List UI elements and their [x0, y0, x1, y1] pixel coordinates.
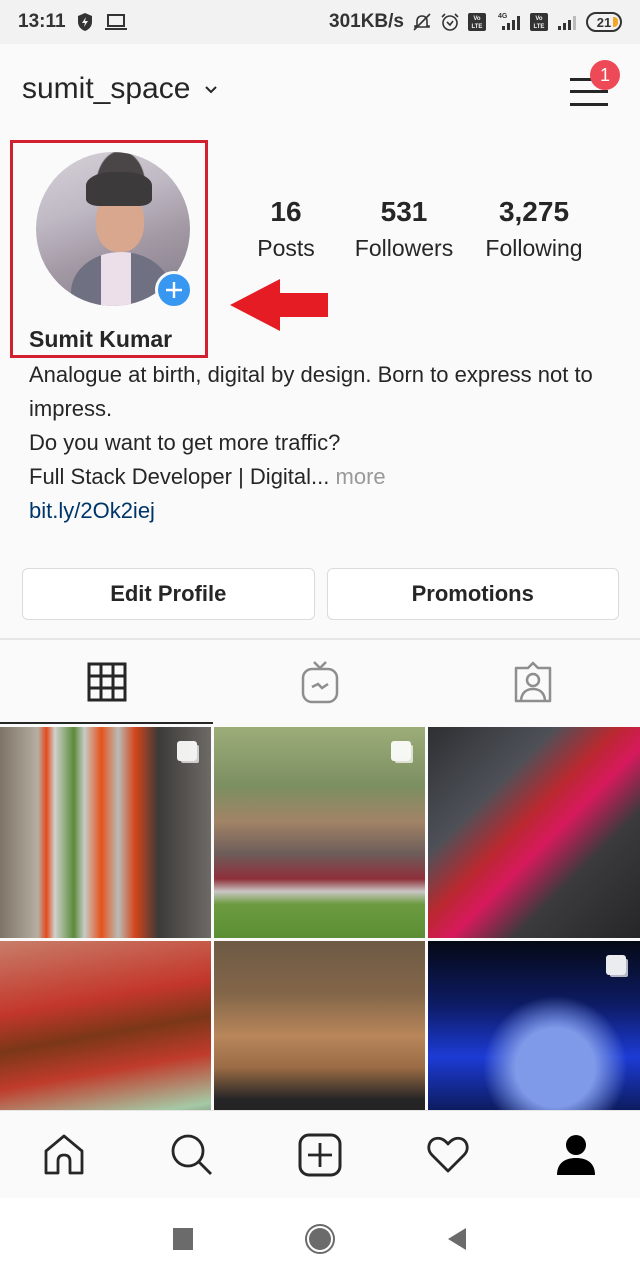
volte-icon: Vo LTE — [468, 13, 486, 31]
profile-actions: Edit Profile Promotions — [22, 568, 619, 620]
back-button[interactable] — [446, 1226, 468, 1252]
nav-profile[interactable] — [544, 1123, 608, 1187]
search-icon — [171, 1134, 212, 1175]
igtv-icon — [301, 661, 339, 704]
bottom-navigation — [0, 1110, 640, 1198]
nav-new-post[interactable] — [288, 1123, 352, 1187]
signal-icon — [556, 12, 578, 32]
carousel-icon — [606, 955, 626, 975]
full-name: Sumit Kumar — [29, 326, 173, 352]
annotation-arrow-icon — [230, 279, 328, 331]
plus-icon — [166, 282, 182, 298]
profile-icon — [557, 1134, 595, 1175]
carousel-icon — [391, 741, 411, 761]
chevron-down-icon[interactable] — [204, 82, 218, 100]
battery-indicator: 21 — [586, 12, 622, 32]
add-story-button[interactable] — [155, 271, 193, 309]
signal-4g-icon: 4G — [494, 12, 522, 32]
clock: 13:11 — [18, 11, 66, 32]
tagged-icon — [515, 661, 552, 703]
new-post-icon — [298, 1133, 342, 1176]
recents-button[interactable] — [172, 1226, 194, 1252]
status-bar: 13:11 301KB/s Vo LTE 4G Vo LTE 21 — [0, 0, 640, 44]
post-thumbnail[interactable] — [0, 727, 211, 938]
home-icon — [44, 1134, 84, 1174]
tab-grid[interactable] — [0, 640, 214, 724]
alarm-icon — [440, 12, 460, 32]
stat-posts[interactable]: 16 Posts — [232, 194, 340, 264]
promotions-button[interactable]: Promotions — [326, 568, 619, 620]
svg-text:4G: 4G — [498, 13, 508, 20]
posts-grid — [0, 727, 640, 1152]
bio-more-link[interactable]: more — [329, 464, 386, 489]
tab-tagged[interactable] — [427, 640, 640, 724]
grid-icon — [87, 662, 127, 702]
stat-following[interactable]: 3,275 Following — [474, 194, 594, 264]
profile-tabs — [0, 640, 640, 724]
profile-header: sumit_space 1 — [0, 44, 640, 134]
menu-button[interactable]: 1 — [570, 60, 620, 108]
stat-followers[interactable]: 531 Followers — [340, 194, 468, 264]
nav-home[interactable] — [32, 1123, 96, 1187]
carousel-icon — [177, 741, 197, 761]
profile-stats: 16 Posts 531 Followers 3,275 Following — [232, 194, 632, 264]
volte-icon-2: Vo LTE — [530, 13, 548, 31]
nav-search[interactable] — [160, 1123, 224, 1187]
network-speed: 301KB/s — [329, 11, 404, 32]
shield-bolt-icon — [76, 12, 94, 32]
bio-line: Analogue at birth, digital by design. Bo… — [29, 362, 593, 421]
account-switcher[interactable]: sumit_space — [22, 72, 190, 106]
post-thumbnail[interactable] — [214, 727, 425, 938]
bio-website-link[interactable]: bit.ly/2Ok2iej — [29, 494, 629, 528]
tab-igtv[interactable] — [213, 640, 426, 724]
activity-heart-icon — [427, 1136, 469, 1172]
back-icon — [448, 1228, 466, 1250]
post-thumbnail[interactable] — [428, 727, 640, 938]
bio-line: Do you want to get more traffic? — [29, 430, 341, 455]
nav-activity[interactable] — [416, 1123, 480, 1187]
recents-icon — [173, 1228, 193, 1250]
bell-off-icon — [412, 12, 432, 32]
bio: Analogue at birth, digital by design. Bo… — [29, 358, 629, 528]
laptop-icon — [104, 13, 128, 31]
home-system-button[interactable] — [304, 1223, 336, 1255]
bio-line: Full Stack Developer | Digital... more — [29, 464, 386, 489]
system-navigation — [0, 1198, 640, 1280]
notification-badge: 1 — [590, 60, 620, 90]
home-circle-icon — [305, 1224, 335, 1254]
edit-profile-button[interactable]: Edit Profile — [22, 568, 315, 620]
